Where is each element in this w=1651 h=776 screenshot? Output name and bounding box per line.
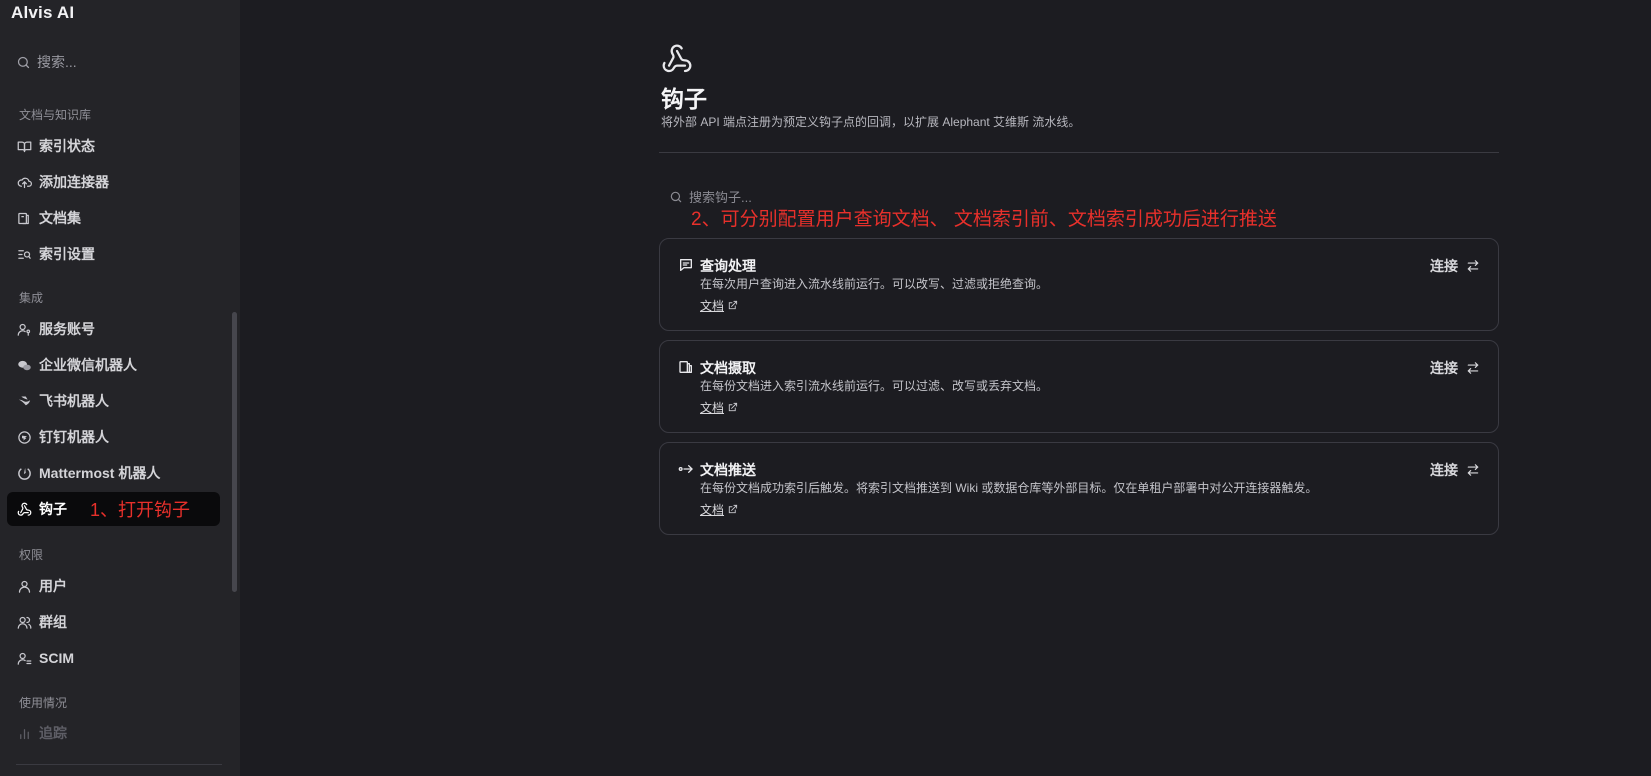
sidebar-item-label: SCIM	[39, 650, 74, 666]
webhook-icon	[662, 44, 692, 73]
sidebar-item-label: 企业微信机器人	[39, 357, 137, 373]
hook-doc-link[interactable]: 文档	[700, 297, 738, 314]
message-square-icon	[680, 259, 692, 271]
documents-icon	[679, 361, 692, 373]
list-search-icon	[18, 249, 31, 259]
section-usage: 使用情况	[19, 696, 68, 710]
sidebar-item-label: 追踪	[39, 725, 67, 741]
hook-card-query-processing: 查询处理 在每次用户查询进入流水线前运行。可以改写、过滤或拒绝查询。 文档 连接	[659, 238, 1499, 331]
main-content: 钩子 将外部 API 端点注册为预定义钩子点的回调，以扩展 Alephant 艾…	[240, 0, 1651, 776]
cloud-upload-icon	[17, 177, 32, 188]
external-link-icon	[728, 504, 738, 514]
section-integrations: 集成	[19, 291, 44, 305]
section-permissions: 权限	[19, 548, 44, 562]
arrows-left-right-icon	[1467, 464, 1479, 476]
sidebar-search[interactable]: 搜索...	[16, 51, 216, 73]
app-title: Alvis AI	[11, 3, 75, 22]
sidebar-item-dingtalk-bot[interactable]: 钉钉机器人	[7, 420, 220, 454]
wechat-icon	[18, 360, 31, 370]
arrows-left-right-icon	[1467, 260, 1479, 272]
sidebar-item-wecom-bot[interactable]: 企业微信机器人	[7, 348, 220, 382]
search-icon	[670, 191, 682, 202]
sidebar-item-index-status[interactable]: 索引状态	[7, 129, 220, 163]
hook-doc-label: 文档	[700, 503, 725, 517]
sidebar-item-label: 飞书机器人	[39, 393, 109, 409]
sidebar-item-hooks[interactable]: 钩子 1、打开钩子	[7, 492, 220, 526]
book-open-icon	[17, 141, 32, 152]
sidebar-item-label: 钉钉机器人	[39, 429, 109, 445]
sidebar-divider	[16, 764, 222, 765]
user-key-icon	[17, 323, 31, 336]
hook-title: 文档推送	[700, 462, 756, 478]
sidebar-item-index-settings[interactable]: 索引设置	[7, 237, 220, 271]
page-description: 将外部 API 端点注册为预定义钩子点的回调，以扩展 Alephant 艾维斯 …	[661, 115, 1081, 129]
hook-card-document-ingestion: 文档摄取 在每份文档进入索引流水线前运行。可以过滤、改写或丢弃文档。 文档 连接	[659, 340, 1499, 433]
section-docs: 文档与知识库	[19, 108, 92, 122]
sidebar-item-groups[interactable]: 群组	[7, 605, 220, 639]
external-link-icon	[728, 300, 738, 310]
sidebar-item-add-connector[interactable]: 添加连接器	[7, 165, 220, 199]
annotation-hook-types: 2、可分别配置用户查询文档、 文档索引前、文档索引成功后进行推送	[691, 209, 1277, 230]
dingtalk-icon	[18, 430, 31, 444]
annotation-open-hooks: 1、打开钩子	[90, 500, 191, 520]
sidebar-item-mattermost-bot[interactable]: Mattermost 机器人	[7, 456, 220, 490]
sidebar-item-service-accounts[interactable]: 服务账号	[7, 312, 220, 346]
sidebar-search-placeholder: 搜索...	[37, 54, 77, 70]
user-icon	[18, 580, 31, 593]
documents-icon	[18, 212, 29, 224]
sidebar-item-label: 服务账号	[39, 321, 95, 337]
sidebar-item-tracing[interactable]: 追踪	[7, 716, 220, 750]
external-link-icon	[728, 402, 738, 412]
sidebar-item-scim[interactable]: SCIM	[7, 641, 220, 675]
sidebar-item-label: 添加连接器	[39, 174, 109, 190]
hook-description: 在每份文档成功索引后触发。将索引文档推送到 Wiki 或数据仓库等外部目标。仅在…	[700, 481, 1318, 495]
feishu-icon	[18, 396, 31, 405]
mattermost-icon	[18, 467, 31, 480]
search-icon	[17, 56, 30, 68]
arrows-left-right-icon	[1467, 362, 1479, 374]
sidebar-item-label: 用户	[39, 578, 67, 594]
hook-doc-link[interactable]: 文档	[700, 501, 738, 518]
sidebar-item-label: 文档集	[39, 210, 81, 226]
page-title: 钩子	[661, 86, 707, 112]
hook-description: 在每次用户查询进入流水线前运行。可以改写、过滤或拒绝查询。	[700, 277, 1049, 291]
users-icon	[17, 616, 32, 629]
webhook-icon	[17, 502, 32, 516]
connect-label: 连接	[1430, 258, 1458, 274]
hook-doc-label: 文档	[700, 401, 725, 415]
sidebar-item-label: 索引设置	[39, 246, 95, 262]
sidebar-item-label: 索引状态	[39, 138, 95, 154]
hook-description: 在每份文档进入索引流水线前运行。可以过滤、改写或丢弃文档。	[700, 379, 1049, 393]
sidebar-item-label: Mattermost 机器人	[39, 465, 161, 481]
sidebar-item-feishu-bot[interactable]: 飞书机器人	[7, 384, 220, 418]
hook-title: 查询处理	[700, 258, 756, 274]
push-arrow-icon	[678, 465, 693, 473]
connect-label: 连接	[1430, 462, 1458, 478]
connect-label: 连接	[1430, 360, 1458, 376]
sidebar: Alvis AI 搜索... 文档与知识库 索引状态 添加连接器 文档集 索引设…	[0, 0, 240, 776]
sidebar-scrollbar[interactable]	[232, 312, 237, 592]
connect-button[interactable]: 连接	[1430, 256, 1480, 276]
hook-title: 文档摄取	[700, 360, 756, 376]
sidebar-item-users[interactable]: 用户	[7, 569, 220, 603]
hook-card-document-push: 文档推送 在每份文档成功索引后触发。将索引文档推送到 Wiki 或数据仓库等外部…	[659, 442, 1499, 535]
user-sync-icon	[17, 652, 32, 665]
connect-button[interactable]: 连接	[1430, 358, 1480, 378]
hook-doc-label: 文档	[700, 299, 725, 313]
bar-chart-icon	[20, 728, 29, 739]
hook-doc-link[interactable]: 文档	[700, 399, 738, 416]
sidebar-item-label: 钩子	[39, 501, 67, 517]
sidebar-item-document-sets[interactable]: 文档集	[7, 201, 220, 235]
sidebar-item-label: 群组	[39, 614, 67, 630]
header-divider	[659, 152, 1499, 153]
connect-button[interactable]: 连接	[1430, 460, 1480, 480]
